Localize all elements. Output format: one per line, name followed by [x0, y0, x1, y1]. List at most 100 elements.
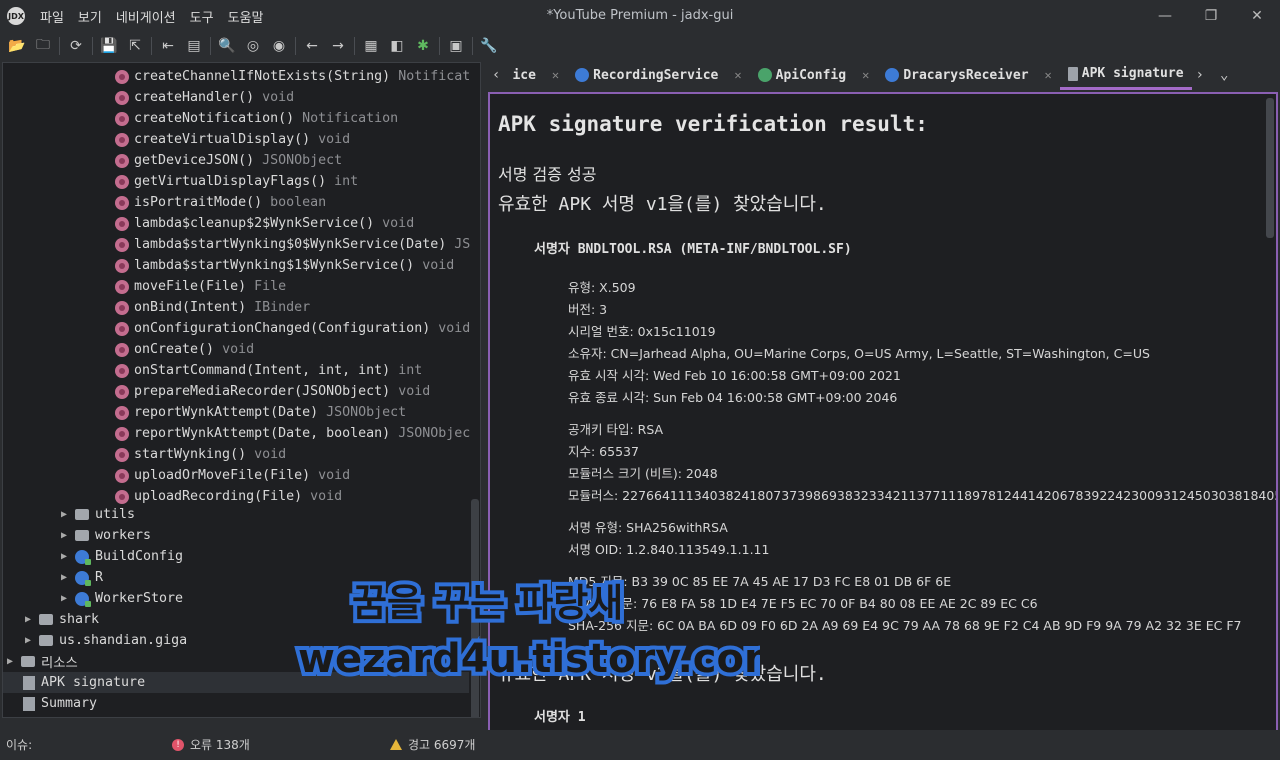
method-icon [115, 216, 129, 231]
tree-resources[interactable]: ▶ 리소스 [7, 651, 78, 672]
export-icon[interactable]: ⇱ [122, 34, 148, 58]
decompile-icon[interactable]: ▤ [181, 34, 207, 58]
project-tree[interactable]: createChannelIfNotExists(String) Notifica… [2, 62, 481, 718]
method-name: uploadRecording(File) [134, 489, 303, 504]
interface-icon [757, 68, 772, 82]
expand-arrow-icon[interactable]: ▶ [61, 572, 75, 583]
tree-method-item[interactable]: moveFile(File) File [115, 276, 286, 297]
bookmark-icon[interactable]: ◧ [384, 34, 410, 58]
method-icon [115, 174, 129, 189]
tree-method-item[interactable]: uploadOrMoveFile(File) void [115, 465, 350, 486]
tree-method-item[interactable]: createHandler() void [115, 87, 294, 108]
folder-icon [39, 635, 53, 646]
console-icon[interactable]: ▣ [443, 34, 469, 58]
errors-count[interactable]: ! 오류 138개 [172, 736, 250, 753]
log-icon[interactable]: ▦ [358, 34, 384, 58]
tab-apk-signature[interactable]: APK signature [1059, 60, 1192, 90]
toolbar-divider [151, 37, 152, 55]
tabs-dropdown-icon[interactable]: ⌄ [1216, 67, 1232, 83]
find-usage-icon[interactable]: ◉ [266, 34, 292, 58]
issues-label: 이슈: [6, 738, 33, 752]
tree-method-item[interactable]: lambda$startWynking$0$WynkService(Date) J… [115, 234, 470, 255]
close-button[interactable]: ✕ [1234, 0, 1280, 32]
menu-view[interactable]: 보기 [71, 7, 109, 26]
expand-arrow-icon[interactable]: ▶ [61, 593, 75, 604]
tree-method-item[interactable]: reportWynkAttempt(Date, boolean) JSONObje… [115, 423, 470, 444]
tree-method-item[interactable]: getVirtualDisplayFlags() int [115, 171, 358, 192]
menu-tools[interactable]: 도구 [183, 7, 221, 26]
tree-method-item[interactable]: reportWynkAttempt(Date) JSONObject [115, 402, 406, 423]
tree-method-item[interactable]: onCreate() void [115, 339, 254, 360]
menu-file[interactable]: 파일 [33, 7, 71, 26]
signature-oid: 서명 OID: 1.2.840.113549.1.1.11 [568, 542, 770, 557]
tree-method-item[interactable]: startWynking() void [115, 444, 286, 465]
tree-scrollbar[interactable] [471, 499, 479, 717]
method-name: lambda$startWynking$1$WynkService() [134, 258, 415, 273]
tree-method-item[interactable]: createNotification() Notification [115, 108, 398, 129]
tree-apk-signature[interactable]: APK signature [3, 672, 469, 693]
forward-icon[interactable]: → [325, 34, 351, 58]
find-class-icon[interactable]: ◎ [240, 34, 266, 58]
resources-label: 리소스 [41, 656, 78, 671]
minimize-button[interactable]: — [1142, 0, 1188, 32]
tree-class-workerstore[interactable]: ▶ WorkerStore [61, 588, 183, 609]
tree-method-item[interactable]: createChannelIfNotExists(String) Notifica… [115, 66, 470, 87]
expand-arrow-icon[interactable]: ▶ [61, 530, 75, 541]
tabs-scroll-left-icon[interactable]: ‹ [488, 67, 504, 83]
refresh-icon[interactable]: ⟳ [63, 34, 89, 58]
tab-apiconfig[interactable]: ApiConfig ✕ [750, 60, 878, 90]
search-icon[interactable]: 🔍 [214, 34, 240, 58]
tree-method-item[interactable]: prepareMediaRecorder(JSONObject) void [115, 381, 430, 402]
package-name: workers [95, 528, 152, 543]
tree-package-workers[interactable]: ▶ workers [61, 525, 151, 546]
sync-icon[interactable]: ⇤ [155, 34, 181, 58]
tree-method-item[interactable]: uploadRecording(File) void [115, 486, 342, 507]
tree-method-item[interactable]: lambda$cleanup$2$WynkService() void [115, 213, 414, 234]
method-icon [115, 132, 129, 147]
tree-package-utils[interactable]: ▶ utils [61, 504, 135, 525]
method-name: lambda$startWynking$0$WynkService(Date) [134, 237, 447, 252]
apk-signature-view[interactable]: APK signature verification result: 서명 검증… [488, 92, 1278, 754]
open-icon[interactable]: 📂 [4, 34, 30, 58]
tab-dracarysreceiver[interactable]: DracarysReceiver ✕ [877, 60, 1059, 90]
tree-package-giga[interactable]: ▶ us.shandian.giga [25, 630, 187, 651]
tab-recordingservice[interactable]: RecordingService ✕ [567, 60, 749, 90]
restore-button[interactable]: ❐ [1188, 0, 1234, 32]
tree-summary[interactable]: Summary [23, 693, 97, 714]
expand-arrow-icon[interactable]: ▶ [7, 656, 21, 667]
expand-arrow-icon[interactable]: ▶ [61, 551, 75, 562]
tree-class-r[interactable]: ▶ R [61, 567, 103, 588]
expand-arrow-icon[interactable]: ▶ [25, 614, 39, 625]
expand-arrow-icon[interactable]: ▶ [61, 509, 75, 520]
tab-label: ApiConfig [775, 67, 847, 83]
tree-method-item[interactable]: createVirtualDisplay() void [115, 129, 350, 150]
save-icon[interactable]: 💾 [96, 34, 122, 58]
back-icon[interactable]: ← [299, 34, 325, 58]
menu-navigation[interactable]: 네비게이션 [109, 7, 183, 26]
toolbar-divider [295, 37, 296, 55]
tab-service-partial[interactable]: ice ✕ [504, 60, 567, 90]
close-tab-icon[interactable]: ✕ [1045, 68, 1052, 82]
close-tab-icon[interactable]: ✕ [552, 68, 559, 82]
tabs-scroll-right-icon[interactable]: › [1192, 67, 1208, 83]
close-tab-icon[interactable]: ✕ [734, 68, 741, 82]
tree-method-item[interactable]: lambda$startWynking$1$WynkService() void [115, 255, 454, 276]
tree-method-item[interactable]: onConfigurationChanged(Configuration) voi… [115, 318, 470, 339]
close-tab-icon[interactable]: ✕ [862, 68, 869, 82]
tree-method-item[interactable]: onStartCommand(Intent, int, int) int [115, 360, 422, 381]
expand-arrow-icon[interactable]: ▶ [25, 635, 39, 646]
toolbar-divider [439, 37, 440, 55]
content-vertical-scrollbar[interactable] [1266, 98, 1274, 238]
warnings-count[interactable]: 경고 6697개 [390, 736, 475, 753]
apk-signature-label: APK signature [41, 675, 146, 690]
add-file-icon[interactable]: 🗀 [30, 34, 56, 58]
tree-method-item[interactable]: onBind(Intent) IBinder [115, 297, 310, 318]
tree-package-shark[interactable]: ▶ shark [25, 609, 99, 630]
tree-class-buildconfig[interactable]: ▶ BuildConfig [61, 546, 183, 567]
method-name: getDeviceJSON() [134, 153, 255, 168]
settings-icon[interactable]: 🔧 [476, 34, 502, 58]
menu-help[interactable]: 도움말 [221, 7, 271, 26]
tree-method-item[interactable]: getDeviceJSON() JSONObject [115, 150, 342, 171]
debug-icon[interactable]: ✱ [410, 34, 436, 58]
tree-method-item[interactable]: isPortraitMode() boolean [115, 192, 326, 213]
